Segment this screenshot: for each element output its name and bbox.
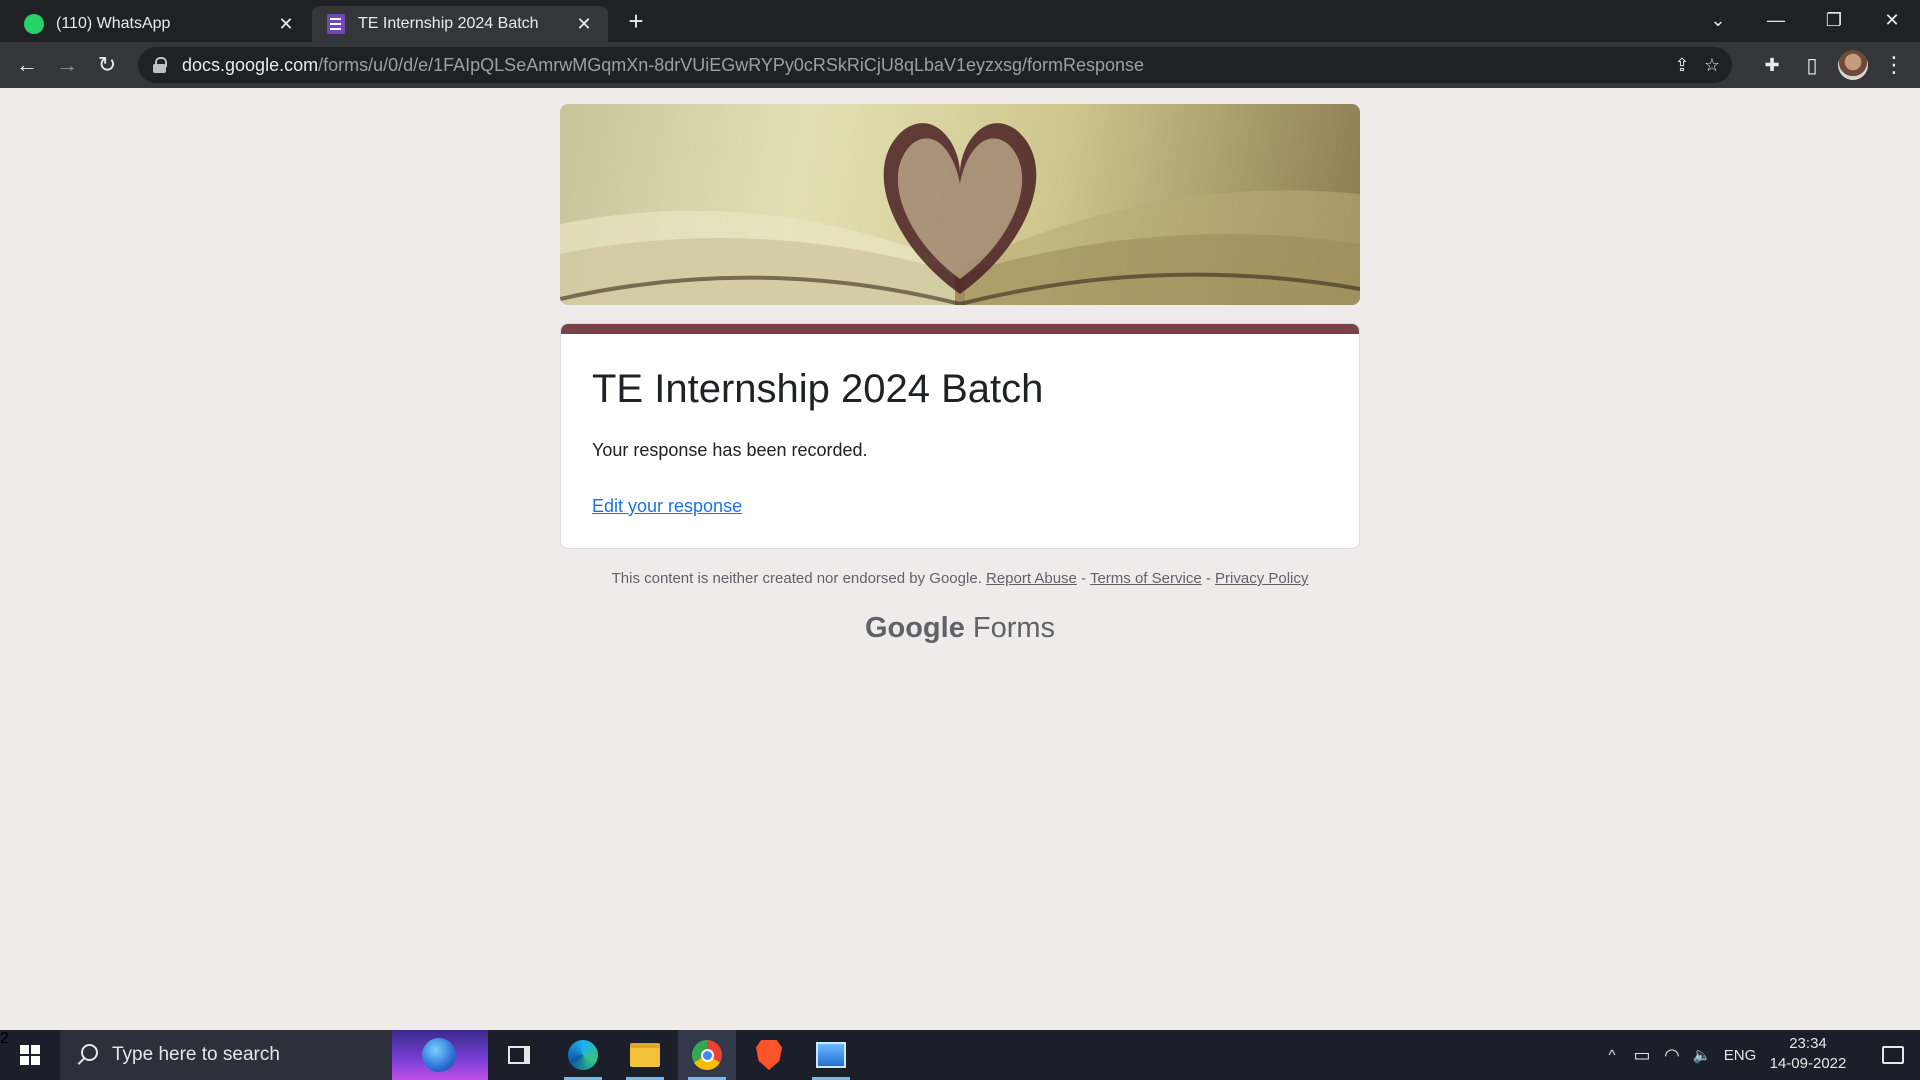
google-forms-logo[interactable]: Google Forms bbox=[0, 612, 1920, 645]
clock-date: 14-09-2022 bbox=[1769, 1055, 1847, 1072]
profile-avatar[interactable] bbox=[1838, 50, 1868, 80]
browser-toolbar: ← → ↻ docs.google.com/forms/u/0/d/e/1FAI… bbox=[0, 42, 1920, 88]
brand-google: Google bbox=[864, 612, 965, 644]
report-abuse-link[interactable]: Report Abuse bbox=[986, 570, 1077, 587]
folder-icon bbox=[630, 1043, 660, 1067]
reload-button[interactable]: ↻ bbox=[91, 49, 123, 81]
whatsapp-icon bbox=[24, 14, 44, 34]
forward-button[interactable]: → bbox=[51, 49, 83, 81]
taskbar-app-chrome[interactable] bbox=[678, 1030, 736, 1080]
bookmark-star-icon[interactable]: ☆ bbox=[1698, 51, 1726, 79]
volume-icon[interactable]: 🔈 bbox=[1688, 1030, 1716, 1080]
start-button[interactable] bbox=[0, 1030, 60, 1080]
search-highlight-image[interactable] bbox=[392, 1030, 488, 1080]
confirmation-message: Your response has been recorded. bbox=[592, 440, 868, 460]
taskbar-app-file-explorer[interactable] bbox=[616, 1030, 674, 1080]
new-tab-button[interactable]: + bbox=[620, 6, 652, 36]
wifi-icon[interactable]: ◠ bbox=[1658, 1030, 1686, 1080]
browser-menu-icon[interactable]: ⋮ bbox=[1878, 49, 1910, 81]
tab-close-icon[interactable]: ✕ bbox=[574, 14, 594, 34]
form-title: TE Internship 2024 Batch bbox=[592, 367, 1044, 411]
share-icon[interactable]: ⇪ bbox=[1668, 51, 1696, 79]
terms-of-service-link[interactable]: Terms of Service bbox=[1090, 570, 1202, 587]
lock-icon[interactable] bbox=[152, 57, 168, 73]
brand-product: Forms bbox=[972, 612, 1056, 644]
windows-taskbar: Type here to search ^ ▭ ◠ 🔈 ENG 23:34 14… bbox=[0, 1030, 1920, 1080]
open-book-heart-image bbox=[560, 123, 1360, 305]
tab-title: TE Internship 2024 Batch bbox=[358, 15, 539, 32]
card-accent-bar bbox=[561, 324, 1359, 334]
task-view-button[interactable] bbox=[490, 1030, 548, 1080]
minimize-button[interactable]: — bbox=[1748, 0, 1804, 40]
tab-forms[interactable]: TE Internship 2024 Batch ✕ bbox=[312, 6, 608, 42]
footer-disclaimer: This content is neither created nor endo… bbox=[0, 570, 1920, 587]
windows-logo-icon bbox=[20, 1045, 40, 1065]
notification-icon bbox=[1882, 1046, 1904, 1064]
close-window-button[interactable]: ✕ bbox=[1864, 0, 1920, 40]
back-button[interactable]: ← bbox=[11, 49, 43, 81]
tab-strip: (110) WhatsApp ✕ TE Internship 2024 Batc… bbox=[0, 0, 1920, 42]
brave-icon bbox=[756, 1040, 782, 1070]
extensions-icon[interactable]: ✚ bbox=[1756, 49, 1788, 81]
disclaimer-text: This content is neither created nor endo… bbox=[611, 570, 982, 587]
side-panel-icon[interactable]: ▯ bbox=[1796, 49, 1828, 81]
restore-button[interactable]: ❐ bbox=[1806, 0, 1862, 40]
address-bar[interactable]: docs.google.com/forms/u/0/d/e/1FAIpQLSeA… bbox=[138, 47, 1732, 83]
separator: - bbox=[1076, 570, 1090, 587]
privacy-policy-link[interactable]: Privacy Policy bbox=[1215, 570, 1308, 587]
battery-icon[interactable]: ▭ bbox=[1628, 1030, 1656, 1080]
taskbar-app-brave[interactable] bbox=[740, 1030, 798, 1080]
edit-response-link[interactable]: Edit your response bbox=[592, 496, 742, 517]
edge-icon bbox=[568, 1040, 598, 1070]
system-clock[interactable]: 23:34 14-09-2022 bbox=[1764, 1034, 1852, 1074]
page-content: TE Internship 2024 Batch Your response h… bbox=[0, 88, 1920, 1030]
taskbar-app-edge[interactable] bbox=[554, 1030, 612, 1080]
tab-whatsapp[interactable]: (110) WhatsApp ✕ bbox=[10, 6, 310, 42]
taskbar-app-photos[interactable] bbox=[802, 1030, 860, 1080]
google-forms-icon bbox=[326, 14, 346, 34]
url-text[interactable]: docs.google.com/forms/u/0/d/e/1FAIpQLSeA… bbox=[182, 55, 1144, 76]
tab-search-button[interactable]: ⌄ bbox=[1690, 0, 1746, 40]
task-view-icon bbox=[508, 1046, 530, 1064]
clock-time: 23:34 bbox=[1789, 1035, 1827, 1052]
search-icon bbox=[76, 1044, 98, 1066]
chrome-icon bbox=[692, 1040, 722, 1070]
form-header-image bbox=[560, 104, 1360, 305]
language-indicator[interactable]: ENG bbox=[1720, 1030, 1760, 1080]
tab-close-icon[interactable]: ✕ bbox=[276, 14, 296, 34]
search-placeholder: Type here to search bbox=[112, 1044, 280, 1065]
photos-icon bbox=[816, 1042, 846, 1068]
tab-title: (110) WhatsApp bbox=[56, 15, 171, 32]
confirmation-card: TE Internship 2024 Batch Your response h… bbox=[560, 323, 1360, 549]
tray-overflow-icon[interactable]: ^ bbox=[1598, 1030, 1626, 1080]
separator: - bbox=[1201, 570, 1216, 587]
notification-center-button[interactable] bbox=[1866, 1030, 1920, 1080]
